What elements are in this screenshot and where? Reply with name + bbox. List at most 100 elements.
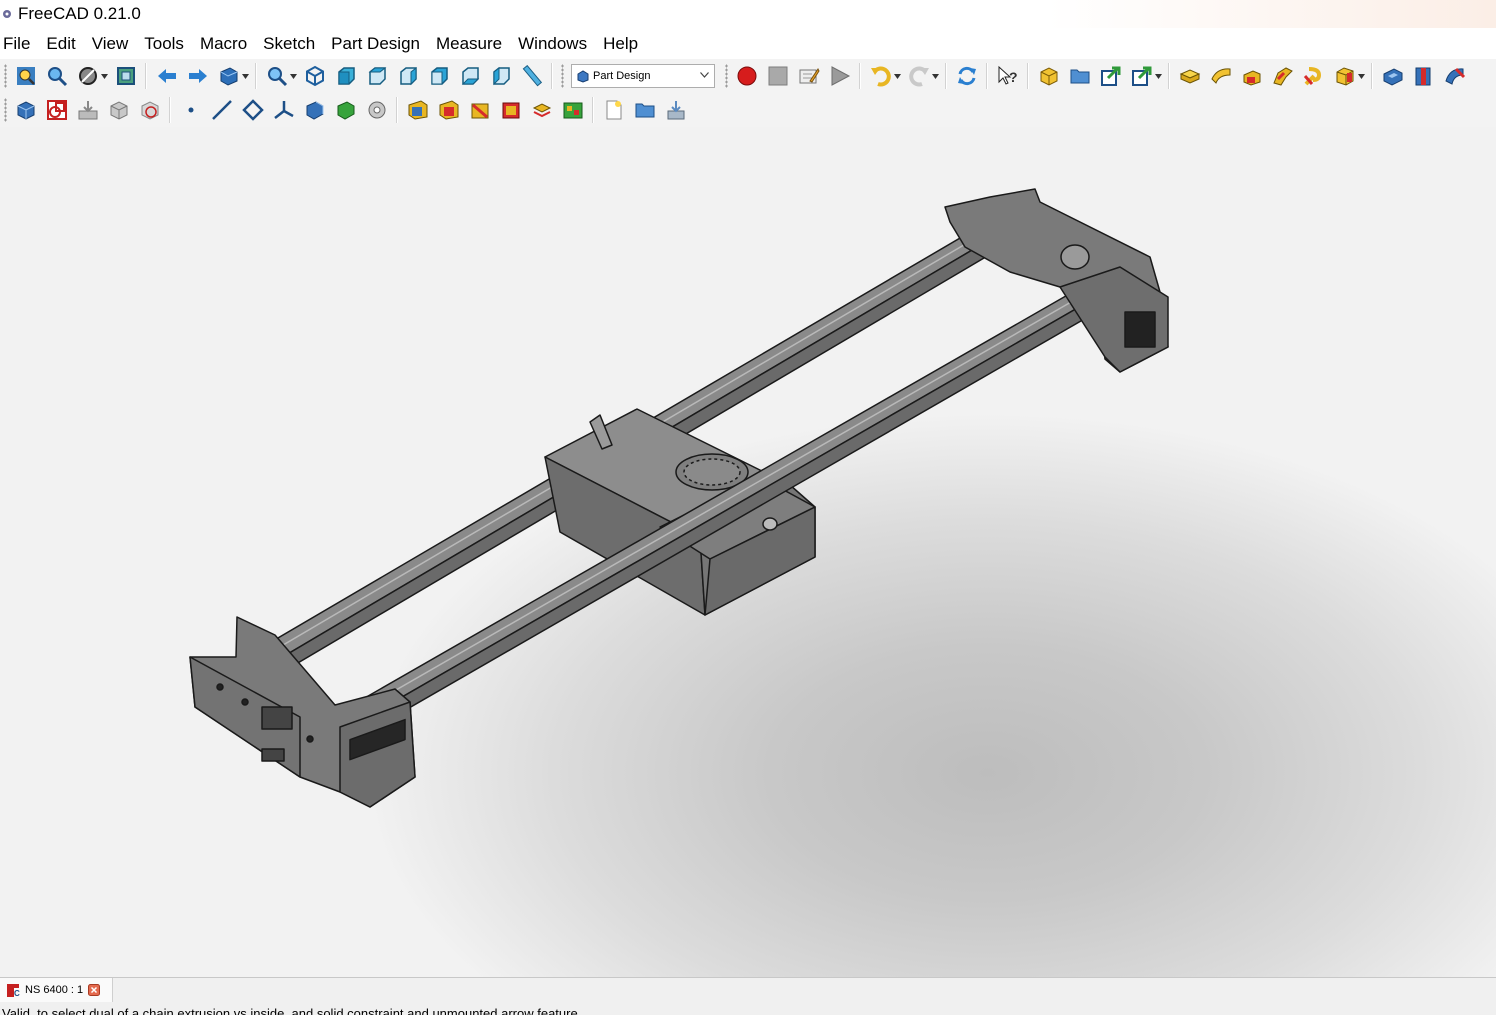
- additive-dropdown-icon[interactable]: [1357, 64, 1365, 88]
- chevron-down-icon: [700, 72, 709, 78]
- menu-view[interactable]: View: [84, 28, 137, 59]
- additive-box-icon[interactable]: [1333, 64, 1357, 88]
- chamfer-icon[interactable]: [437, 98, 461, 122]
- pad-icon[interactable]: [1178, 64, 1202, 88]
- document-tab-label: NS 6400 : 1: [25, 984, 84, 996]
- left-view-icon[interactable]: [489, 64, 513, 88]
- create-link-icon[interactable]: [1099, 64, 1123, 88]
- pipe-icon[interactable]: [1271, 64, 1295, 88]
- toolbar-separator: [1027, 63, 1029, 89]
- forward-arrow-icon[interactable]: [186, 64, 210, 88]
- link-actions-dropdown-icon[interactable]: [1154, 64, 1162, 88]
- thickness-icon[interactable]: [499, 98, 523, 122]
- record-macro-icon[interactable]: [735, 64, 759, 88]
- pocket-icon[interactable]: [1381, 64, 1405, 88]
- revolve-icon[interactable]: [1209, 64, 1233, 88]
- zoom-icon[interactable]: [265, 64, 289, 88]
- svg-text:?: ?: [1009, 69, 1018, 85]
- bounding-box-icon[interactable]: [114, 64, 138, 88]
- sync-view-icon[interactable]: [217, 64, 241, 88]
- menu-windows[interactable]: Windows: [510, 28, 595, 59]
- create-body-icon[interactable]: [1037, 64, 1061, 88]
- fit-all-icon[interactable]: [14, 64, 38, 88]
- toolbar-separator: [169, 97, 171, 123]
- toolbar-grip[interactable]: [4, 98, 7, 122]
- toolbar-separator: [592, 97, 594, 123]
- validate-sketch-icon[interactable]: [138, 98, 162, 122]
- redo-icon[interactable]: [907, 64, 931, 88]
- toolbar-separator: [396, 97, 398, 123]
- document-tab[interactable]: C NS 6400 : 1: [0, 978, 113, 1002]
- menu-sketch[interactable]: Sketch: [255, 28, 323, 59]
- measure-ruler-icon[interactable]: [520, 64, 544, 88]
- sync-view-dropdown-icon[interactable]: [241, 64, 249, 88]
- title-bar: FreeCAD 0.21.0: [0, 0, 1496, 28]
- menu-edit[interactable]: Edit: [38, 28, 83, 59]
- whats-this-icon[interactable]: ?: [996, 64, 1020, 88]
- fit-selection-icon[interactable]: [45, 64, 69, 88]
- freecad-gear-icon: [3, 10, 11, 18]
- menu-macro[interactable]: Macro: [192, 28, 255, 59]
- new-document-icon[interactable]: [602, 98, 626, 122]
- isometric-view-icon[interactable]: [303, 64, 327, 88]
- toolbar-separator: [145, 63, 147, 89]
- groove-icon[interactable]: [1443, 64, 1467, 88]
- undo-icon[interactable]: [869, 64, 893, 88]
- back-arrow-icon[interactable]: [155, 64, 179, 88]
- shape-binder-icon[interactable]: [303, 98, 327, 122]
- open-file-icon[interactable]: [633, 98, 657, 122]
- datum-line-icon[interactable]: [210, 98, 234, 122]
- run-macro-icon[interactable]: [828, 64, 852, 88]
- window-title: FreeCAD 0.21.0: [18, 4, 141, 23]
- redo-dropdown-icon[interactable]: [931, 64, 939, 88]
- import-icon[interactable]: [76, 98, 100, 122]
- box-icon[interactable]: [107, 98, 131, 122]
- draw-style-icon[interactable]: [76, 64, 100, 88]
- bottom-view-icon[interactable]: [458, 64, 482, 88]
- create-group-icon[interactable]: [1068, 64, 1092, 88]
- clone-icon[interactable]: [365, 98, 389, 122]
- link-actions-icon[interactable]: [1130, 64, 1154, 88]
- status-text: Valid, to select dual of a chain extrusi…: [2, 1006, 578, 1015]
- 3d-viewport[interactable]: [0, 127, 1496, 977]
- undo-dropdown-icon[interactable]: [893, 64, 901, 88]
- right-view-icon[interactable]: [396, 64, 420, 88]
- top-view-icon[interactable]: [365, 64, 389, 88]
- menu-tools[interactable]: Tools: [136, 28, 192, 59]
- create-sketch-icon[interactable]: [45, 98, 69, 122]
- rear-view-icon[interactable]: [427, 64, 451, 88]
- toolbar-grip[interactable]: [4, 64, 7, 88]
- workbench-selector[interactable]: Part Design: [571, 64, 715, 88]
- draw-style-dropdown-icon[interactable]: [100, 64, 108, 88]
- front-view-icon[interactable]: [334, 64, 358, 88]
- mirror-icon[interactable]: [530, 98, 554, 122]
- save-file-icon[interactable]: [664, 98, 688, 122]
- menu-measure[interactable]: Measure: [428, 28, 510, 59]
- subshape-binder-icon[interactable]: [334, 98, 358, 122]
- datum-point-icon[interactable]: [179, 98, 203, 122]
- loft-icon[interactable]: [1240, 64, 1264, 88]
- helix-icon[interactable]: [1302, 64, 1326, 88]
- toolbar-separator: [945, 63, 947, 89]
- toolbar-grip[interactable]: [725, 64, 728, 88]
- toolbar-separator: [859, 63, 861, 89]
- linear-pattern-icon[interactable]: [561, 98, 585, 122]
- draft-icon[interactable]: [468, 98, 492, 122]
- edit-macro-icon[interactable]: [797, 64, 821, 88]
- datum-plane-icon[interactable]: [241, 98, 265, 122]
- menu-part-design[interactable]: Part Design: [323, 28, 428, 59]
- local-cs-icon[interactable]: [272, 98, 296, 122]
- zoom-dropdown-icon[interactable]: [289, 64, 297, 88]
- close-icon[interactable]: [88, 984, 101, 996]
- hole-icon[interactable]: [1412, 64, 1436, 88]
- stop-macro-icon[interactable]: [766, 64, 790, 88]
- toolbar-grip[interactable]: [561, 64, 564, 88]
- toolbar-separator: [551, 63, 553, 89]
- menu-bar: File Edit View Tools Macro Sketch Part D…: [0, 28, 1496, 59]
- menu-help[interactable]: Help: [595, 28, 646, 59]
- create-body-2-icon[interactable]: [14, 98, 38, 122]
- chassis-model[interactable]: [0, 127, 1496, 977]
- menu-file[interactable]: File: [0, 28, 38, 59]
- fillet-icon[interactable]: [406, 98, 430, 122]
- refresh-icon[interactable]: [955, 64, 979, 88]
